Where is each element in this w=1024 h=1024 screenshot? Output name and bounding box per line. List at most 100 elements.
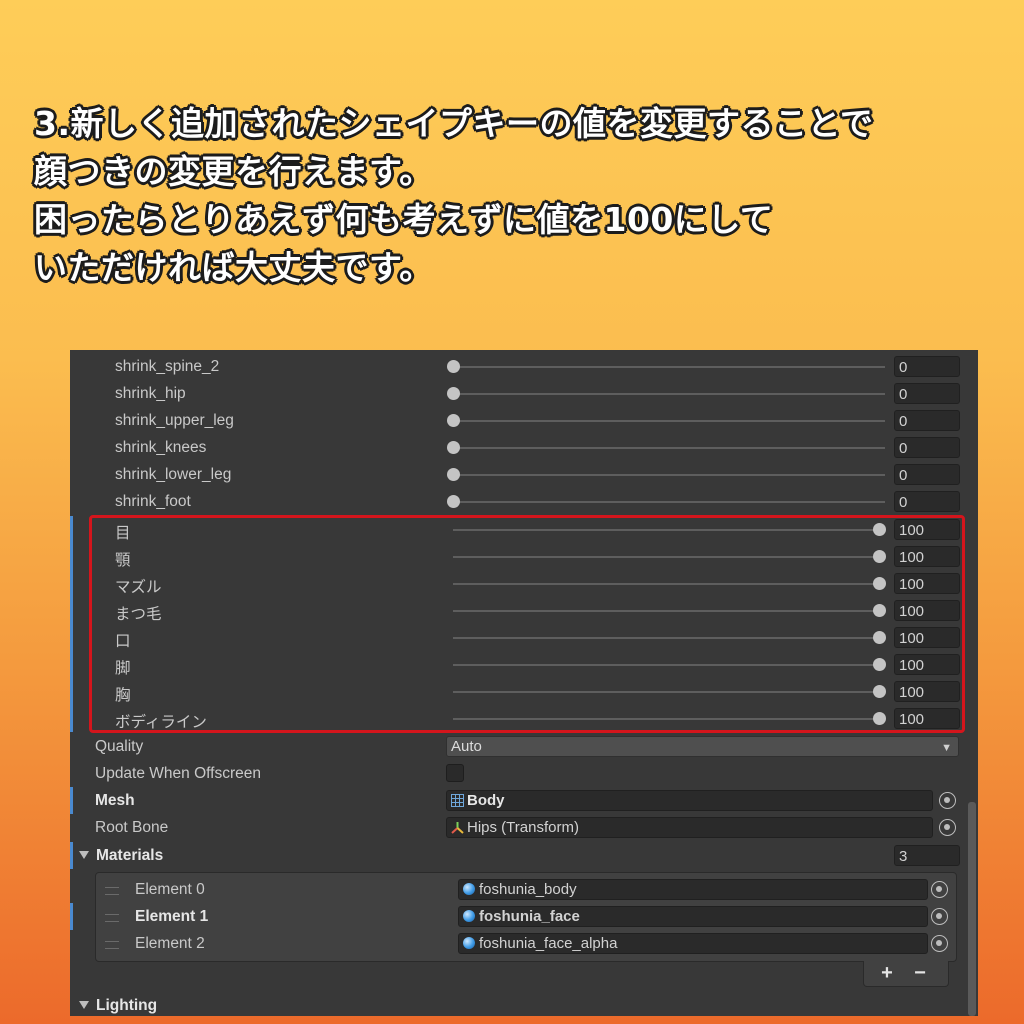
blendshape-value-field[interactable]: 100: [894, 654, 960, 675]
blendshape-value-field[interactable]: 0: [894, 410, 960, 431]
blendshape-label: まつ毛: [115, 606, 162, 623]
slider-track[interactable]: [453, 420, 885, 422]
blendshape-label: shrink_spine_2: [115, 358, 220, 375]
slider-track[interactable]: [453, 556, 885, 558]
blendshape-row-modified: まつ毛 100: [70, 597, 978, 624]
root-bone-row: Root Bone Hips (Transform): [70, 814, 978, 841]
blendshape-label: shrink_lower_leg: [115, 466, 232, 483]
blendshape-label: 脚: [115, 660, 131, 677]
material-element-label: Element 0: [135, 881, 205, 898]
blendshape-row: shrink_hip 0: [70, 380, 978, 407]
blendshape-label: shrink_knees: [115, 439, 207, 456]
quality-label: Quality: [95, 738, 144, 755]
add-element-button[interactable]: +: [872, 961, 902, 985]
drag-handle-icon[interactable]: [105, 914, 119, 922]
caption-line-3: 困ったらとりあえず何も考えずに値を100にして: [34, 200, 774, 239]
update-offscreen-checkbox[interactable]: [446, 764, 464, 782]
instruction-caption: 3.新しく追加されたシェイプキーの値を変更することで 顔つきの変更を行えます。 …: [34, 100, 1004, 292]
caption-line-4: いただければ大丈夫です。: [34, 248, 433, 287]
slider-handle[interactable]: [447, 495, 460, 508]
blendshape-row-modified: ボディライン 100: [70, 705, 978, 732]
blendshape-value-field[interactable]: 100: [894, 573, 960, 594]
slider-track[interactable]: [453, 366, 885, 368]
slider-handle[interactable]: [447, 468, 460, 481]
object-picker-icon[interactable]: [931, 881, 948, 898]
slider-track[interactable]: [453, 393, 885, 395]
slider-track[interactable]: [453, 447, 885, 449]
material-field[interactable]: foshunia_face: [458, 906, 928, 927]
blendshape-value-field[interactable]: 0: [894, 491, 960, 512]
material-field[interactable]: foshunia_body: [458, 879, 928, 900]
blendshape-value-field[interactable]: 100: [894, 708, 960, 729]
modified-indicator: [70, 570, 73, 597]
slider-handle[interactable]: [873, 658, 886, 671]
blendshape-label: 目: [115, 525, 131, 542]
slider-handle[interactable]: [873, 523, 886, 536]
blendshape-label: 顎: [115, 552, 131, 569]
slider-track[interactable]: [453, 664, 885, 666]
blendshape-row: shrink_lower_leg 0: [70, 461, 978, 488]
quality-value: Auto: [451, 738, 482, 755]
drag-handle-icon[interactable]: [105, 887, 119, 895]
slider-track[interactable]: [453, 718, 885, 720]
blendshape-row-modified: 目 100: [70, 516, 978, 543]
materials-count-field[interactable]: 3: [894, 845, 960, 866]
slider-handle[interactable]: [873, 577, 886, 590]
quality-dropdown[interactable]: Auto ▼: [446, 736, 959, 757]
root-bone-field[interactable]: Hips (Transform): [446, 817, 933, 838]
material-sphere-icon: [463, 937, 475, 949]
material-sphere-icon: [463, 883, 475, 895]
blendshape-label: shrink_upper_leg: [115, 412, 234, 429]
slider-track[interactable]: [453, 637, 885, 639]
slider-handle[interactable]: [873, 685, 886, 698]
blendshape-value-field[interactable]: 0: [894, 383, 960, 404]
blendshape-row: shrink_knees 0: [70, 434, 978, 461]
slider-handle[interactable]: [873, 631, 886, 644]
blendshape-value-field[interactable]: 100: [894, 627, 960, 648]
material-field[interactable]: foshunia_face_alpha: [458, 933, 928, 954]
slider-handle[interactable]: [447, 441, 460, 454]
blendshape-row: shrink_foot 0: [70, 488, 978, 515]
inspector-scrollbar[interactable]: [968, 802, 976, 1016]
slider-handle[interactable]: [447, 360, 460, 373]
foldout-arrow-icon[interactable]: [79, 1001, 89, 1009]
foldout-arrow-icon[interactable]: [79, 851, 89, 859]
slider-track[interactable]: [453, 583, 885, 585]
slider-track[interactable]: [453, 474, 885, 476]
slider-track[interactable]: [453, 529, 885, 531]
slider-track[interactable]: [453, 610, 885, 612]
transform-axes-icon: [451, 822, 464, 834]
blendshape-value-field[interactable]: 100: [894, 681, 960, 702]
modified-indicator: [70, 705, 73, 732]
slider-handle[interactable]: [873, 604, 886, 617]
blendshape-value-field[interactable]: 100: [894, 519, 960, 540]
object-picker-icon[interactable]: [939, 819, 956, 836]
drag-handle-icon[interactable]: [105, 941, 119, 949]
blendshape-value-field[interactable]: 100: [894, 546, 960, 567]
material-value: foshunia_face_alpha: [479, 935, 618, 952]
slider-handle[interactable]: [447, 414, 460, 427]
blendshape-label: マズル: [115, 579, 162, 596]
materials-header[interactable]: Materials 3: [70, 842, 978, 869]
object-picker-icon[interactable]: [931, 908, 948, 925]
object-picker-icon[interactable]: [939, 792, 956, 809]
blendshape-row-modified: 顎 100: [70, 543, 978, 570]
blendshape-value-field[interactable]: 0: [894, 437, 960, 458]
blendshape-label: shrink_foot: [115, 493, 191, 510]
slider-handle[interactable]: [873, 712, 886, 725]
blendshape-value-field[interactable]: 0: [894, 464, 960, 485]
slider-handle[interactable]: [447, 387, 460, 400]
lighting-header[interactable]: Lighting: [70, 992, 978, 1016]
slider-track[interactable]: [453, 691, 885, 693]
slider-handle[interactable]: [873, 550, 886, 563]
modified-indicator: [70, 516, 73, 543]
material-element-row: Element 0 foshunia_body: [96, 876, 956, 903]
slider-track[interactable]: [453, 501, 885, 503]
update-offscreen-row: Update When Offscreen: [70, 760, 978, 787]
blendshape-value-field[interactable]: 100: [894, 600, 960, 621]
blendshape-value-field[interactable]: 0: [894, 356, 960, 377]
object-picker-icon[interactable]: [931, 935, 948, 952]
remove-element-button[interactable]: −: [905, 961, 935, 985]
mesh-field[interactable]: Body: [446, 790, 933, 811]
root-bone-value: Hips (Transform): [467, 819, 579, 836]
